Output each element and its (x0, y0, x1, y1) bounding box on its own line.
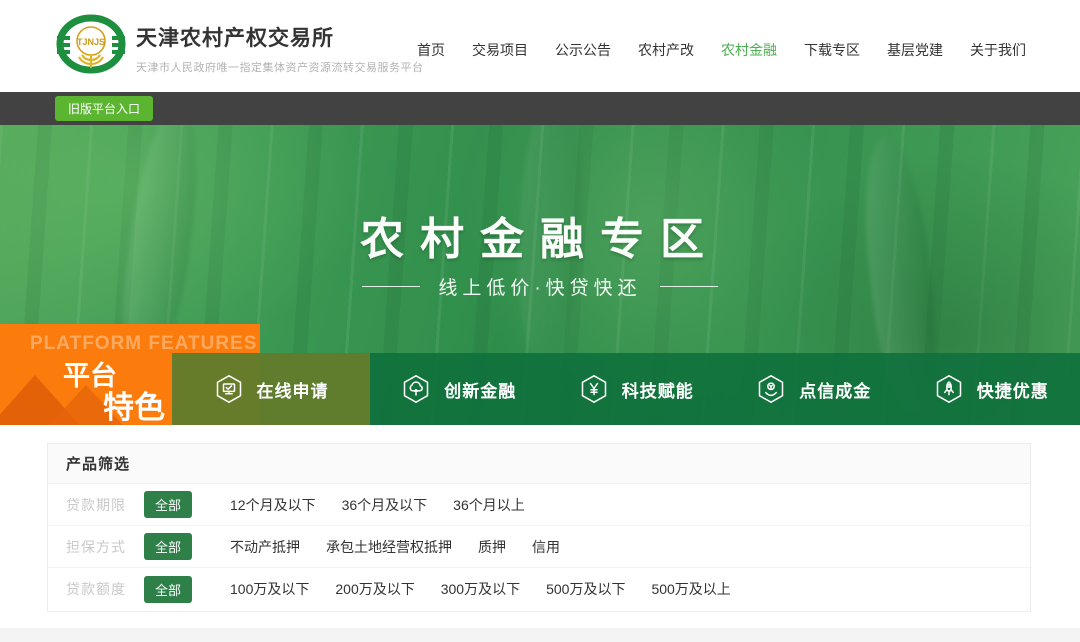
feature-item-quick-discount[interactable]: 快捷优惠 (903, 353, 1080, 425)
site-title: 天津农村产权交易所 (136, 22, 424, 52)
loan-term-option-36m-over[interactable]: 36个月以上 (453, 495, 525, 515)
loan-amount-option-300w-under[interactable]: 300万及以下 (441, 579, 520, 599)
filter-row-label: 贷款期限 (66, 495, 144, 515)
yuan-technology-icon (579, 374, 609, 404)
rocket-discount-icon (934, 374, 964, 404)
subtitle-left-rule (362, 286, 420, 287)
guarantee-option-credit[interactable]: 信用 (532, 537, 560, 557)
feature-item-online-apply[interactable]: 在线申请 (172, 353, 370, 425)
loan-term-option-36m-under[interactable]: 36个月及以下 (342, 495, 428, 515)
hand-coin-credit-icon (756, 374, 786, 404)
nav-item-home[interactable]: 首页 (417, 40, 445, 60)
feature-item-credit-to-gold[interactable]: 点信成金 (725, 353, 903, 425)
loan-amount-option-500w-under[interactable]: 500万及以下 (546, 579, 625, 599)
hero-title: 农村金融专区 (0, 203, 1080, 267)
hero-subtitle-row: 线上低价·快贷快还 (0, 273, 1080, 300)
svg-text:TJNJS: TJNJS (77, 37, 105, 47)
filter-row-loan-amount: 贷款额度 全部 100万及以下 200万及以下 300万及以下 500万及以下 … (48, 568, 1030, 610)
loan-amount-option-500w-over[interactable]: 500万及以上 (651, 579, 730, 599)
cloud-innovation-icon (401, 374, 431, 404)
utility-bar: 旧版平台入口 (0, 92, 1080, 125)
filter-card-title: 产品筛选 (48, 444, 1030, 484)
nav-item-trade-projects[interactable]: 交易项目 (472, 40, 528, 60)
loan-amount-all-button[interactable]: 全部 (144, 576, 192, 603)
subtitle-right-rule (660, 286, 718, 287)
feature-item-label: 点信成金 (799, 377, 871, 402)
page: TJNJS 天津农村产权交易所 天津市人民政府唯一指定集体资产资源流转交易服务平… (0, 0, 1080, 642)
site-header: TJNJS 天津农村产权交易所 天津市人民政府唯一指定集体资产资源流转交易服务平… (0, 0, 1080, 92)
online-apply-form-icon (214, 374, 244, 404)
nav-item-rural-reform[interactable]: 农村产改 (638, 40, 694, 60)
old-platform-entry-button[interactable]: 旧版平台入口 (55, 96, 153, 121)
filter-row-guarantee-type: 担保方式 全部 不动产抵押 承包土地经营权抵押 质押 信用 (48, 526, 1030, 568)
loan-amount-option-200w-under[interactable]: 200万及以下 (335, 579, 414, 599)
guarantee-option-pledge[interactable]: 质押 (478, 537, 506, 557)
filter-row-label: 担保方式 (66, 537, 144, 557)
feature-item-innovative-finance[interactable]: 创新金融 (370, 353, 548, 425)
nav-item-party-building[interactable]: 基层党建 (887, 40, 943, 60)
guarantee-all-button[interactable]: 全部 (144, 533, 192, 560)
filter-row-loan-term: 贷款期限 全部 12个月及以下 36个月及以下 36个月以上 (48, 484, 1030, 526)
hero-subtitle: 线上低价·快贷快还 (438, 273, 641, 300)
main-nav: 首页 交易项目 公示公告 农村产改 农村金融 下载专区 基层党建 关于我们 (417, 40, 1026, 60)
platform-features-title-cn-2: 特色 (103, 382, 165, 425)
feature-item-label: 科技赋能 (622, 377, 694, 402)
feature-menu-bar: 在线申请 创新金融 科技赋能 (172, 353, 1080, 425)
footer-band (0, 628, 1080, 642)
loan-term-option-12m-under[interactable]: 12个月及以下 (230, 495, 316, 515)
filter-row-label: 贷款额度 (66, 579, 144, 599)
feature-item-label: 创新金融 (444, 377, 516, 402)
nav-item-downloads[interactable]: 下载专区 (804, 40, 860, 60)
loan-amount-option-100w-under[interactable]: 100万及以下 (230, 579, 309, 599)
nav-item-public-notice[interactable]: 公示公告 (555, 40, 611, 60)
nav-item-rural-finance[interactable]: 农村金融 (721, 40, 777, 60)
nav-item-about-us[interactable]: 关于我们 (970, 40, 1026, 60)
guarantee-option-real-estate[interactable]: 不动产抵押 (230, 537, 300, 557)
guarantee-option-land-rights[interactable]: 承包土地经营权抵押 (326, 537, 452, 557)
tjnjs-emblem-icon: TJNJS (56, 13, 126, 84)
site-subtitle: 天津市人民政府唯一指定集体资产资源流转交易服务平台 (136, 59, 424, 75)
brand[interactable]: TJNJS 天津农村产权交易所 天津市人民政府唯一指定集体资产资源流转交易服务平… (56, 13, 424, 84)
feature-item-label: 快捷优惠 (977, 377, 1049, 402)
product-filter-card: 产品筛选 贷款期限 全部 12个月及以下 36个月及以下 36个月以上 担保方式… (47, 443, 1031, 612)
brand-text: 天津农村产权交易所 天津市人民政府唯一指定集体资产资源流转交易服务平台 (136, 22, 424, 75)
platform-features-eyebrow: PLATFORM FEATURES (30, 333, 257, 355)
feature-item-tech-enable[interactable]: 科技赋能 (548, 353, 726, 425)
feature-item-label: 在线申请 (257, 377, 329, 402)
loan-term-all-button[interactable]: 全部 (144, 491, 192, 518)
